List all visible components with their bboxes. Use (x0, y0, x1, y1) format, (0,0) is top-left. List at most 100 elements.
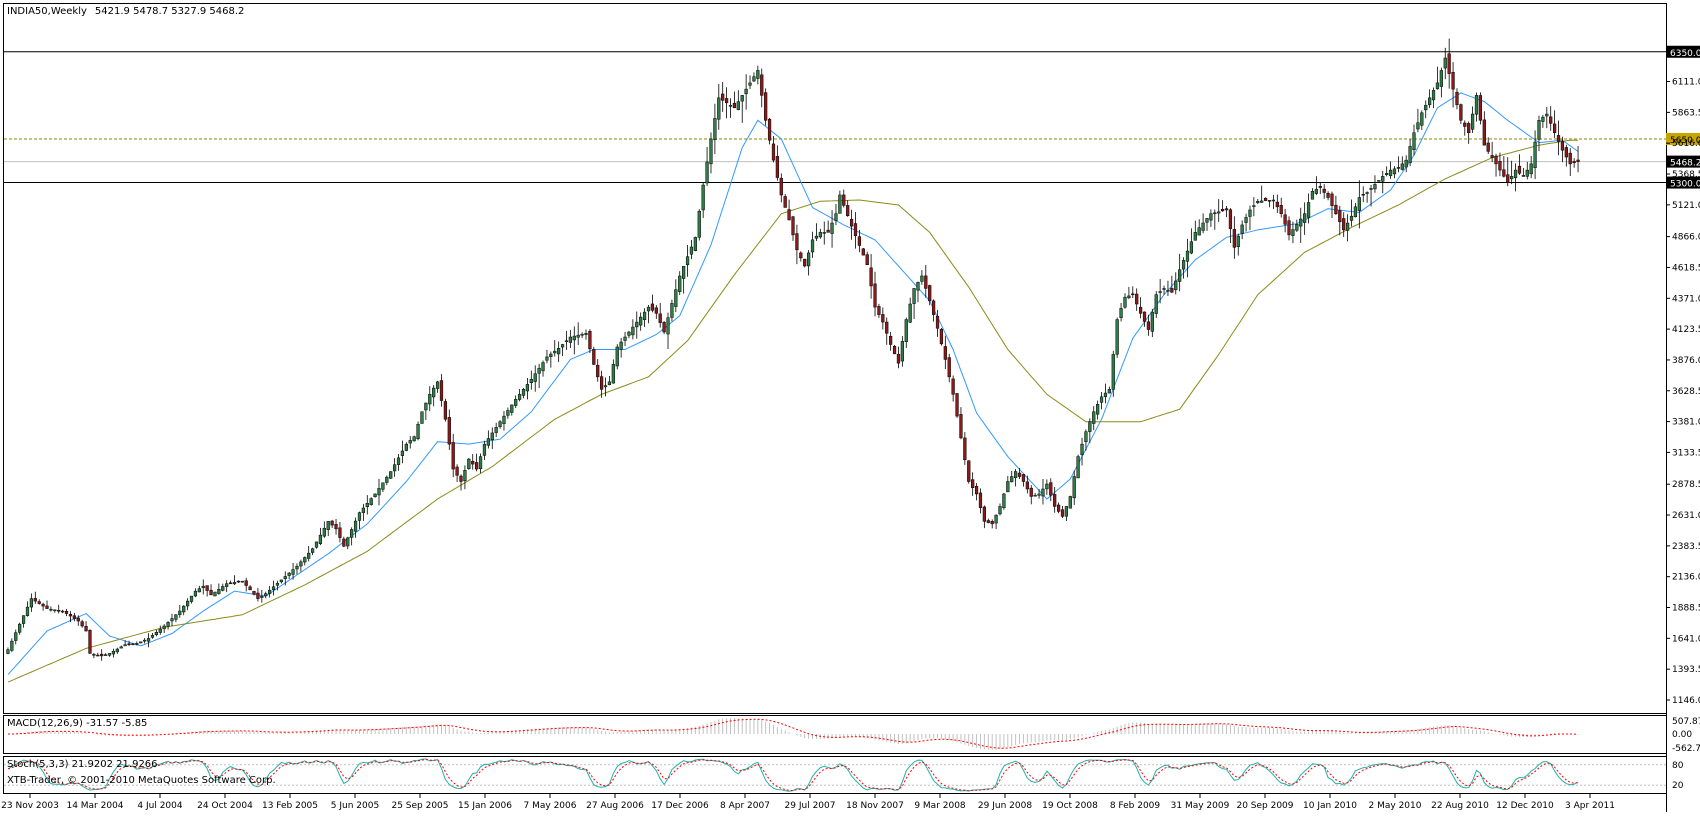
level-tag-5468.2: 5468.2 (1670, 159, 1700, 169)
candle (1154, 291, 1158, 319)
candle-body (646, 306, 651, 312)
candle (830, 210, 834, 248)
candle-body (998, 506, 1002, 515)
candle (1490, 141, 1494, 163)
candle-body (1228, 209, 1233, 229)
candle-body (1037, 493, 1041, 496)
candle (1377, 180, 1381, 182)
candle-body (799, 252, 803, 259)
candle-body (728, 105, 733, 107)
candle-body (564, 340, 569, 343)
stoch-scale-label: 20 (1672, 781, 1684, 791)
candle (439, 374, 444, 407)
candle-body (990, 521, 994, 525)
candle-body (1310, 191, 1315, 200)
candle (1213, 209, 1217, 230)
candle-body (1135, 293, 1139, 305)
candle-body (1345, 222, 1350, 231)
candle-body (256, 592, 260, 599)
candle-body (236, 580, 241, 583)
candle (978, 488, 983, 514)
candle (107, 653, 112, 657)
candle (1549, 106, 1553, 131)
candle-body (64, 611, 69, 614)
candle (342, 536, 346, 548)
candle-body (908, 303, 912, 323)
candle-body (545, 356, 549, 361)
candle (1322, 184, 1326, 199)
candle-body (310, 548, 315, 553)
candle (533, 365, 537, 392)
candle-body (291, 569, 295, 575)
candle-body (158, 628, 162, 633)
candle (1424, 100, 1428, 119)
candle (678, 271, 682, 295)
candle-body (521, 389, 526, 396)
candle-body (252, 591, 256, 595)
candle-body (654, 307, 658, 314)
candle (88, 629, 92, 654)
candle (189, 595, 194, 604)
candle (1552, 110, 1557, 138)
candle (1513, 163, 1518, 192)
candle-body (1127, 295, 1131, 299)
candle (408, 436, 412, 449)
candle-body (330, 520, 334, 526)
candle-body (748, 82, 752, 86)
candle-body (920, 275, 924, 282)
candle (369, 497, 373, 506)
candle-body (732, 102, 737, 109)
candle-body (1314, 189, 1318, 194)
price-tick-label: 2136.0 (1672, 573, 1700, 583)
candle-body (736, 101, 740, 110)
candle (646, 305, 651, 324)
candle (998, 503, 1002, 516)
candle (10, 638, 14, 653)
candle-body (877, 306, 881, 315)
candle (1478, 92, 1483, 125)
candle (506, 407, 510, 419)
candle (1150, 308, 1154, 338)
candle-body (1408, 146, 1412, 164)
candle (689, 239, 694, 260)
candle-body (557, 347, 561, 355)
candle (463, 465, 467, 490)
candle-body (45, 605, 49, 609)
candle (1494, 153, 1498, 177)
candle (892, 344, 897, 355)
candle (1131, 286, 1135, 298)
candle-body (760, 74, 764, 96)
candle (1029, 485, 1033, 505)
price-axis: 6111.0 5863.5 5616.0 5368.5 5121.0 4866.0 4618… (1666, 78, 1700, 706)
candle (1361, 186, 1365, 203)
candle-body (963, 437, 967, 460)
candle-body (1189, 241, 1193, 254)
candle-body (1510, 176, 1514, 180)
candle (955, 392, 959, 418)
candle-body (338, 527, 342, 538)
time-tick-label: 2 May 2010 (1369, 801, 1422, 811)
candle (248, 585, 252, 591)
candle (1068, 495, 1072, 509)
candle (193, 588, 198, 598)
candle-body (1529, 163, 1533, 175)
price-tick-label: 5863.5 (1672, 108, 1700, 118)
candle-body (1088, 421, 1092, 432)
candle-body (260, 595, 264, 598)
candle-body (1420, 112, 1424, 126)
candle-body (1326, 193, 1330, 198)
candle (357, 511, 362, 529)
time-tick-label: 20 Sep 2009 (1236, 801, 1293, 811)
candle (510, 404, 514, 416)
time-tick-label: 22 Aug 2010 (1431, 801, 1489, 811)
candle (666, 312, 670, 350)
candle (1185, 238, 1190, 278)
candle (322, 521, 326, 538)
candle (447, 409, 451, 450)
candle-body (53, 609, 57, 612)
macd-scale-label: 507.87 (1672, 717, 1700, 727)
candle-body (1240, 224, 1244, 234)
candle-body (1021, 474, 1026, 482)
candle (350, 527, 354, 546)
candle (432, 385, 436, 407)
